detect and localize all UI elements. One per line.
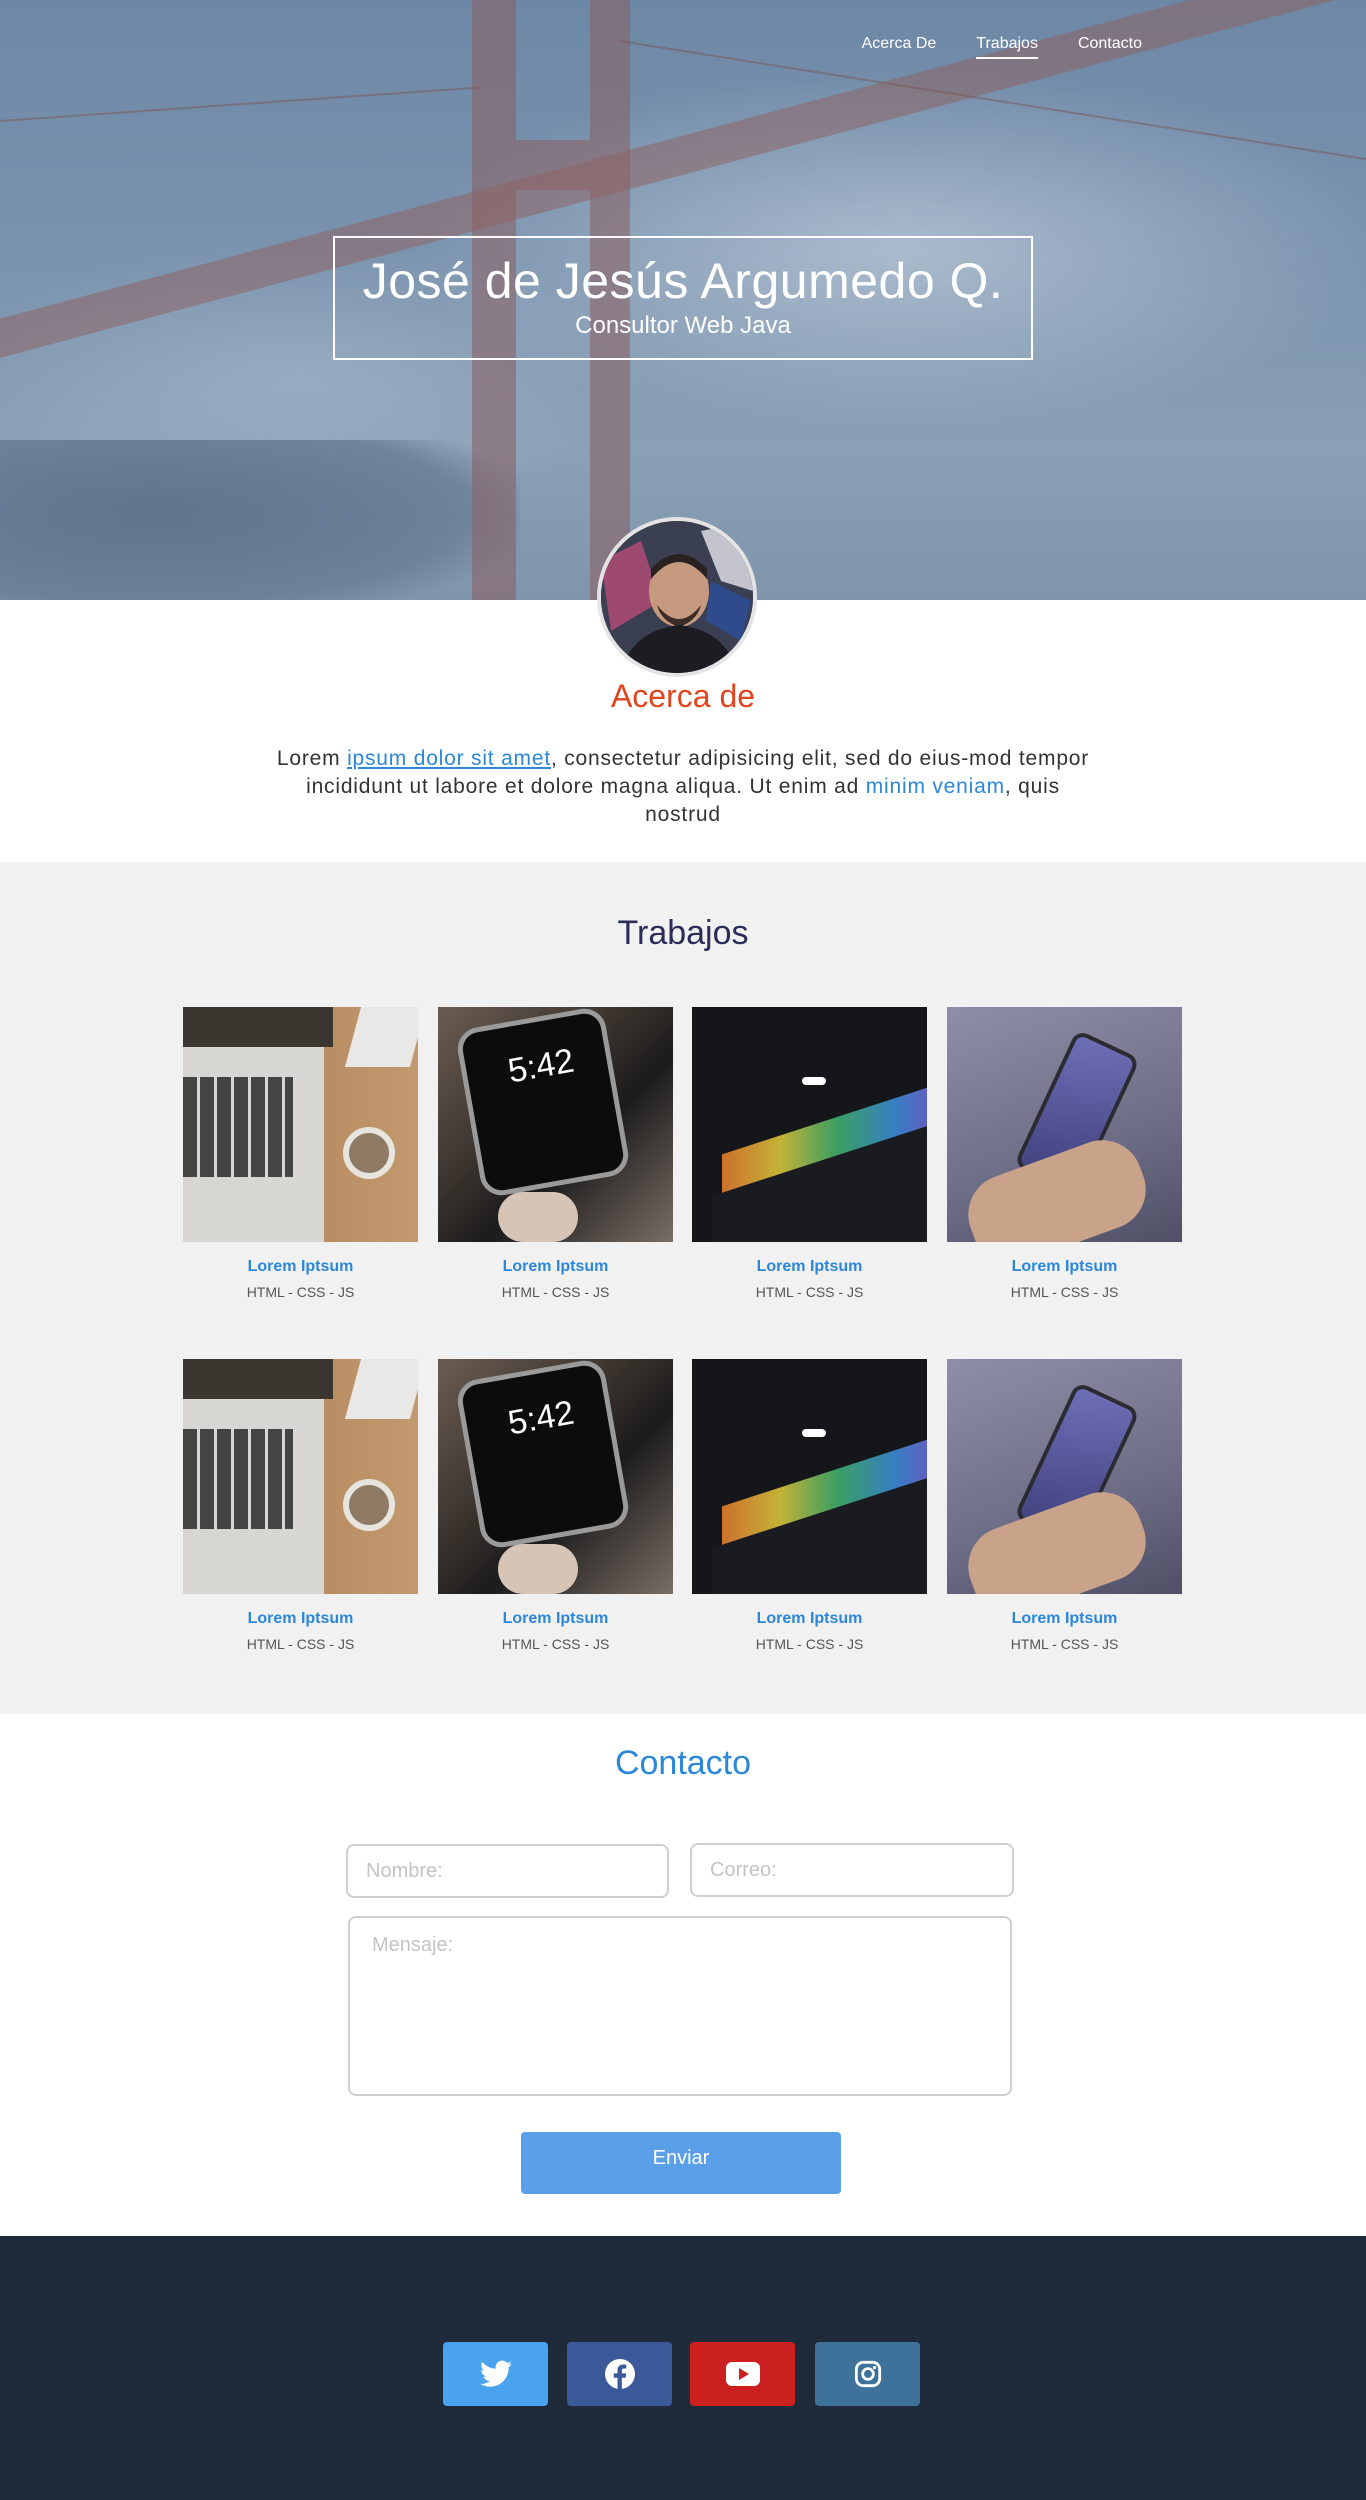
work-title[interactable]: Lorem Iptsum bbox=[692, 1610, 927, 1628]
work-card[interactable]: Lorem Iptsum HTML - CSS - JS bbox=[183, 1007, 418, 1300]
nav-link-contacto[interactable]: Contacto bbox=[1078, 35, 1142, 59]
about-text: Lorem ipsum dolor sit amet, consectetur … bbox=[272, 745, 1094, 829]
about-link-ipsum[interactable]: ipsum dolor sit amet bbox=[347, 747, 551, 770]
work-title[interactable]: Lorem Iptsum bbox=[947, 1610, 1182, 1628]
work-tags: HTML - CSS - JS bbox=[246, 1636, 355, 1652]
work-card[interactable]: Lorem Iptsum HTML - CSS - JS bbox=[692, 1359, 927, 1652]
work-tags: HTML - CSS - JS bbox=[755, 1636, 864, 1652]
work-tags: HTML - CSS - JS bbox=[1010, 1284, 1119, 1300]
work-image-laptop bbox=[183, 1359, 418, 1594]
work-tags: HTML - CSS - JS bbox=[1010, 1636, 1119, 1652]
about-text-start: Lorem bbox=[276, 747, 348, 770]
work-title[interactable]: Lorem Iptsum bbox=[438, 1258, 673, 1276]
twitter-button[interactable] bbox=[443, 2342, 548, 2406]
nav-link-trabajos[interactable]: Trabajos bbox=[976, 35, 1038, 59]
work-title[interactable]: Lorem Iptsum bbox=[438, 1610, 673, 1628]
work-card[interactable]: Lorem Iptsum HTML - CSS - JS bbox=[947, 1007, 1182, 1300]
work-title[interactable]: Lorem Iptsum bbox=[183, 1610, 418, 1628]
footer bbox=[0, 2236, 1366, 2500]
work-tags: HTML - CSS - JS bbox=[246, 1284, 355, 1300]
about-link-minim[interactable]: minim veniam bbox=[866, 775, 1005, 798]
work-image-phone bbox=[947, 1007, 1182, 1242]
work-title[interactable]: Lorem Iptsum bbox=[183, 1258, 418, 1276]
name-input[interactable] bbox=[346, 1844, 669, 1898]
work-image-watch: 5:42 bbox=[438, 1007, 673, 1242]
facebook-icon bbox=[604, 2359, 635, 2389]
youtube-icon bbox=[725, 2362, 760, 2386]
work-card[interactable]: Lorem Iptsum HTML - CSS - JS bbox=[183, 1359, 418, 1652]
works-section: Trabajos Lorem Iptsum HTML - CSS - JS 5:… bbox=[0, 862, 1366, 1714]
contact-section: Contacto Enviar bbox=[0, 1714, 1366, 2236]
hero-subtitle: Consultor Web Java bbox=[575, 312, 791, 339]
work-image-laptop bbox=[183, 1007, 418, 1242]
work-image-macbook bbox=[692, 1359, 927, 1594]
avatar bbox=[597, 517, 757, 677]
work-image-watch: 5:42 bbox=[438, 1359, 673, 1594]
top-nav: Acerca De Trabajos Contacto bbox=[862, 35, 1366, 59]
work-image-phone bbox=[947, 1359, 1182, 1594]
work-card[interactable]: Lorem Iptsum HTML - CSS - JS bbox=[947, 1359, 1182, 1652]
work-card[interactable]: Lorem Iptsum HTML - CSS - JS bbox=[692, 1007, 927, 1300]
hero-banner: Acerca De Trabajos Contacto José de Jesú… bbox=[0, 0, 1366, 600]
instagram-button[interactable] bbox=[815, 2342, 920, 2406]
works-heading: Trabajos bbox=[617, 914, 749, 952]
twitter-icon bbox=[479, 2360, 512, 2387]
nav-link-acerca-de[interactable]: Acerca De bbox=[862, 35, 937, 59]
work-tags: HTML - CSS - JS bbox=[755, 1284, 864, 1300]
hero-name: José de Jesús Argumedo Q. bbox=[362, 253, 1004, 309]
hero-title-box: José de Jesús Argumedo Q. Consultor Web … bbox=[333, 236, 1033, 360]
youtube-button[interactable] bbox=[690, 2342, 795, 2406]
email-input[interactable] bbox=[690, 1843, 1014, 1897]
send-button[interactable]: Enviar bbox=[521, 2132, 841, 2194]
work-title[interactable]: Lorem Iptsum bbox=[947, 1258, 1182, 1276]
hero-hillside bbox=[0, 440, 520, 600]
work-card[interactable]: 5:42 Lorem Iptsum HTML - CSS - JS bbox=[438, 1359, 673, 1652]
contact-heading: Contacto bbox=[614, 1744, 752, 1782]
facebook-button[interactable] bbox=[567, 2342, 672, 2406]
work-tags: HTML - CSS - JS bbox=[501, 1636, 610, 1652]
work-tags: HTML - CSS - JS bbox=[501, 1284, 610, 1300]
work-title[interactable]: Lorem Iptsum bbox=[692, 1258, 927, 1276]
profile-photo bbox=[601, 521, 753, 673]
instagram-icon bbox=[854, 2360, 881, 2388]
work-card[interactable]: 5:42 Lorem Iptsum HTML - CSS - JS bbox=[438, 1007, 673, 1300]
work-image-macbook bbox=[692, 1007, 927, 1242]
about-heading: Acerca de bbox=[610, 678, 756, 714]
message-textarea[interactable] bbox=[348, 1916, 1012, 2096]
